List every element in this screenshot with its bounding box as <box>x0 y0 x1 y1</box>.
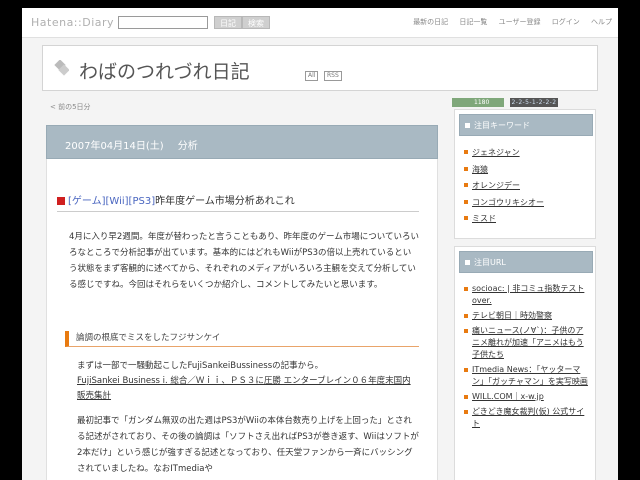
keyword-item[interactable]: コンゴウリキシオー <box>464 196 544 209</box>
square-bullet-icon <box>465 260 470 265</box>
url-list: socioac: | 非コミュ指数テスト over. テレビ朝日｜時効警察 痛い… <box>464 283 591 433</box>
hatena-logo[interactable]: Hatena::Diary <box>31 16 114 29</box>
search-button[interactable]: 検索 <box>242 16 270 29</box>
entry-body: 4月に入り早2週間。年度が替わったと言うこともあり、昨年度のゲーム市場についてい… <box>69 232 419 290</box>
url-item[interactable]: socioac: | 非コミュ指数テスト over. <box>464 283 591 307</box>
top-bar: Hatena::Diary 日記 検索 最新の日記 日記一覧 ユーザー登録 ログ… <box>22 8 618 38</box>
urls-panel-title: 注目URL <box>474 258 506 267</box>
tag-wii[interactable]: [Wii] <box>106 196 129 207</box>
diary-entry: [ゲーム][Wii][PS3]昨年度ゲーム市場分析あれこれ 4月に入り早2週間。… <box>46 159 438 480</box>
article-link[interactable]: FujiSankei Business i. 総合／Ｗｉｉ、ＰＳ３に圧勝 エンタ… <box>77 374 417 404</box>
diary-list-link[interactable]: 日記一覧 <box>459 18 487 26</box>
browser-screen: Hatena::Diary 日記 検索 最新の日記 日記一覧 ユーザー登録 ログ… <box>22 8 618 480</box>
diary-title-box: わばのつれづれ日記 All RSS <box>42 45 598 91</box>
url-item[interactable]: どきどき魔女裁判(仮) 公式サイト <box>464 406 591 430</box>
keyword-item[interactable]: オレンジデー <box>464 179 544 192</box>
tag-ps3[interactable]: [PS3] <box>129 196 156 207</box>
url-item[interactable]: 痛いニュース(ノ∀`)：子供のアニメ離れが加速「アニメはもう子供たち <box>464 325 591 361</box>
entry-title-text: 昨年度ゲーム市場分析あれこれ <box>155 196 295 207</box>
keyword-item[interactable]: 海猿 <box>464 163 544 176</box>
intro-text: まずは一部で一騒動起こしたFujiSankeiBussinessの記事から。 <box>77 361 324 371</box>
keywords-panel-header: 注目キーワード <box>459 114 593 136</box>
clock-widget: 2-2-5-1-2-2-2 <box>510 98 558 107</box>
url-item[interactable]: テレビ朝日｜時効警察 <box>464 310 591 322</box>
keyword-item[interactable]: ミスド <box>464 212 544 225</box>
urls-panel-header: 注目URL <box>459 251 593 273</box>
help-link[interactable]: ヘルプ <box>591 18 612 26</box>
search-input[interactable] <box>118 16 208 29</box>
all-badge[interactable]: All <box>305 71 319 81</box>
keyword-item[interactable]: ジェネジャン <box>464 146 544 159</box>
keyword-list: ジェネジャン 海猿 オレンジデー コンゴウリキシオー ミスド <box>464 146 544 229</box>
register-link[interactable]: ユーザー登録 <box>499 18 541 26</box>
section-heading: 論調の根底でミスをしたフジサンケイ <box>65 331 419 347</box>
entry-date[interactable]: 2007年04月14日(土) <box>65 141 164 152</box>
url-item[interactable]: WILL.COM｜x-w.jp <box>464 391 591 403</box>
diary-title[interactable]: わばのつれづれ日記 <box>79 57 250 84</box>
login-link[interactable]: ログイン <box>552 18 580 26</box>
square-bullet-icon <box>465 123 470 128</box>
keywords-panel: 注目キーワード ジェネジャン 海猿 オレンジデー コンゴウリキシオー ミスド <box>454 109 596 239</box>
urls-panel: 注目URL socioac: | 非コミュ指数テスト over. テレビ朝日｜時… <box>454 246 596 480</box>
entry-category[interactable]: 分析 <box>178 141 198 152</box>
prev-days-link[interactable]: < 前の5日分 <box>50 102 91 112</box>
access-counter-value: 1180 <box>474 99 490 106</box>
keywords-panel-title: 注目キーワード <box>474 121 530 130</box>
diary-logo-icon <box>54 60 69 76</box>
tag-game[interactable]: [ゲーム] <box>68 196 106 207</box>
diary-search-button[interactable]: 日記 <box>214 16 242 29</box>
entry-title: [ゲーム][Wii][PS3]昨年度ゲーム市場分析あれこれ <box>57 192 419 212</box>
header-links: 最新の日記 日記一覧 ユーザー登録 ログイン ヘルプ <box>404 17 612 27</box>
rss-badge[interactable]: RSS <box>324 71 342 81</box>
entry-body-continued: 最初記事で「ガンダム無双の出た週はPS3がWiiの本体台数売り上げを上回った」と… <box>77 416 419 474</box>
url-item[interactable]: ITmedia News：「ヤッターマン」「ガッチャマン」を実写映画 <box>464 364 591 388</box>
entry-date-bar: 2007年04月14日(土) 分析 <box>46 125 438 159</box>
latest-diary-link[interactable]: 最新の日記 <box>413 18 448 26</box>
entry-marker-icon <box>57 197 65 205</box>
